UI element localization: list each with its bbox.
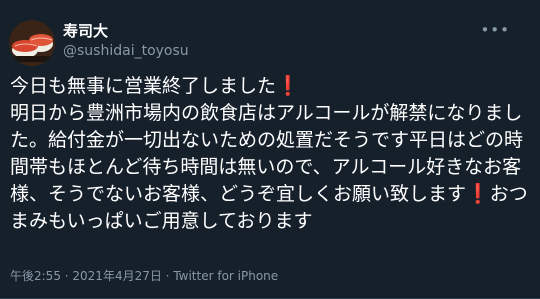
- meta-separator: ·: [60, 269, 73, 283]
- tweet-card: 寿司大 @sushidai_toyosu ••• 今日も無事に営業終了しました❗…: [0, 0, 540, 299]
- sushi-avatar-image: [9, 20, 55, 66]
- display-name[interactable]: 寿司大: [63, 22, 108, 40]
- meta-separator: ·: [161, 269, 174, 283]
- tweet-line-1: 今日も無事に営業終了しました: [10, 75, 277, 97]
- tweet-time[interactable]: 午後2:55: [10, 269, 61, 283]
- tweet-source-link[interactable]: Twitter for iPhone: [173, 269, 278, 283]
- exclamation-emoji-icon: ❗: [466, 183, 490, 205]
- user-handle[interactable]: @sushidai_toyosu: [63, 42, 189, 60]
- tweet-date[interactable]: 2021年4月27日: [72, 269, 161, 283]
- exclamation-emoji-icon: ❗: [276, 75, 300, 97]
- avatar[interactable]: [9, 20, 55, 66]
- more-options-icon[interactable]: •••: [480, 22, 510, 38]
- tweet-metadata: 午後2:55 · 2021年4月27日 · Twitter for iPhone: [10, 268, 278, 284]
- tweet-line-2: 明日から豊洲市場内の飲食店はアルコールが解禁になりました。給付金が一切出ないため…: [10, 102, 524, 205]
- tweet-text: 今日も無事に営業終了しました❗ 明日から豊洲市場内の飲食店はアルコールが解禁にな…: [10, 73, 528, 235]
